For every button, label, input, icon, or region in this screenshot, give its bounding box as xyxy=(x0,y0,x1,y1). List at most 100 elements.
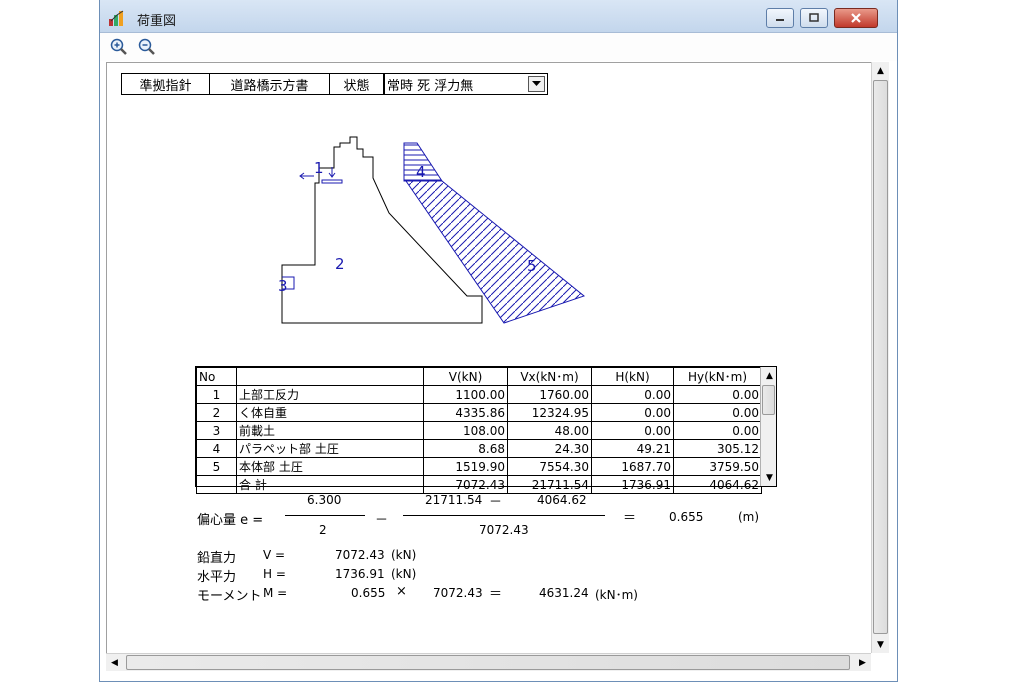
eccentricity-label: 偏心量 e = xyxy=(197,513,264,528)
horizontal-force-unit: (kN) xyxy=(391,567,417,581)
cell-v: 1519.90 xyxy=(423,457,508,476)
vertical-scrollbar[interactable]: ▲ ▼ xyxy=(871,62,889,653)
cell-no: 4 xyxy=(196,439,237,458)
cell-name: 本体部 土圧 xyxy=(236,457,424,476)
diagram-label-5: 5 xyxy=(527,257,537,275)
moment-unit: (kN･m) xyxy=(595,588,638,602)
cell-h: 1687.70 xyxy=(591,457,674,476)
vertical-scroll-thumb[interactable] xyxy=(873,80,888,634)
eccentricity-unit: (m) xyxy=(738,510,760,524)
cell-vx: 12324.95 xyxy=(507,403,592,422)
vertical-force-symbol: V = xyxy=(263,548,286,562)
eccentricity-result: 0.655 xyxy=(669,510,704,524)
vertical-force-unit: (kN) xyxy=(391,548,417,562)
cell-no: 1 xyxy=(196,385,237,404)
cell-hy: 3759.50 xyxy=(673,457,762,476)
maximize-icon xyxy=(809,13,819,22)
cell-vx: 1760.00 xyxy=(507,385,592,404)
cell-no xyxy=(196,475,237,494)
cell-v: 4335.86 xyxy=(423,403,508,422)
cell-name: パラペット部 土圧 xyxy=(236,439,424,458)
scroll-right-icon[interactable]: ▶ xyxy=(854,654,871,671)
horizontal-scroll-thumb[interactable] xyxy=(126,655,850,670)
header-vx: Vx(kN･m) xyxy=(507,367,592,386)
scroll-up-icon[interactable]: ▲ xyxy=(872,62,889,79)
cell-vx: 24.30 xyxy=(507,439,592,458)
header-name xyxy=(236,367,424,386)
horizontal-scrollbar[interactable]: ◀ ▶ xyxy=(106,653,871,671)
app-icon xyxy=(109,10,124,26)
load-table[interactable]: No V(kN) Vx(kN･m) H(kN) Hy(kN･m) 1 上部工反力 1… xyxy=(195,366,777,494)
eccentricity-v-sum: 7072.43 xyxy=(479,523,529,537)
table-row[interactable]: 3 前載土 108.00 48.00 0.00 0.00 xyxy=(196,421,762,440)
header-h: H(kN) xyxy=(591,367,674,386)
cell-hy: 0.00 xyxy=(673,421,762,440)
content-area: 準拠指針 道路橋示方書 状態 常時 死 浮力無 1 2 3 4 5 No V(k… xyxy=(106,62,871,653)
moment-equals-sign: ＝ xyxy=(489,587,503,602)
cell-no: 5 xyxy=(196,457,237,476)
cell-h: 49.21 xyxy=(591,439,674,458)
cell-name: 上部工反力 xyxy=(236,385,424,404)
minimize-button[interactable] xyxy=(766,8,794,28)
scroll-down-icon[interactable]: ▼ xyxy=(872,636,889,653)
cell-hy: 305.12 xyxy=(673,439,762,458)
table-scroll-thumb[interactable] xyxy=(762,385,775,415)
cell-hy: 0.00 xyxy=(673,385,762,404)
moment-value: 4631.24 xyxy=(539,586,589,600)
vertical-force-value: 7072.43 xyxy=(335,548,385,562)
equals-sign: ＝ xyxy=(623,511,637,526)
minimize-icon xyxy=(776,19,784,21)
horizontal-force-symbol: H = xyxy=(263,567,286,581)
eccentricity-width: 6.300 xyxy=(307,493,342,507)
table-row[interactable]: 1 上部工反力 1100.00 1760.00 0.00 0.00 xyxy=(196,385,762,404)
table-row[interactable]: 合 計 7072.43 21711.54 1736.91 4064.62 xyxy=(196,475,762,494)
horizontal-force-label: 水平力 xyxy=(197,570,237,585)
cell-v: 108.00 xyxy=(423,421,508,440)
cell-no: 3 xyxy=(196,421,237,440)
header-hy: Hy(kN･m) xyxy=(673,367,762,386)
table-scrollbar[interactable]: ▲ ▼ xyxy=(760,367,776,486)
table-row[interactable]: 4 パラペット部 土圧 8.68 24.30 49.21 305.12 xyxy=(196,439,762,458)
cell-v: 8.68 xyxy=(423,439,508,458)
cell-no: 2 xyxy=(196,403,237,422)
table-row[interactable]: 2 く体自重 4335.86 12324.95 0.00 0.00 xyxy=(196,403,762,422)
eccentricity-hy-sum: 4064.62 xyxy=(537,493,587,507)
title-bar[interactable]: 荷重図 xyxy=(100,0,897,33)
horizontal-load-arrow-icon xyxy=(299,172,314,180)
header-v: V(kN) xyxy=(423,367,508,386)
cell-name: 合 計 xyxy=(236,475,424,494)
cell-h: 1736.91 xyxy=(591,475,674,494)
load-diagram-window: 荷重図 準拠指針 道路橋示方書 状態 常時 死 浮力無 1 2 3 4 5 No… xyxy=(99,0,898,682)
table-row[interactable]: 5 本体部 土圧 1519.90 7554.30 1687.70 3759.50 xyxy=(196,457,762,476)
scroll-left-icon[interactable]: ◀ xyxy=(106,654,123,671)
window-title: 荷重図 xyxy=(137,14,177,29)
minus-sign-2: － xyxy=(489,495,503,510)
moment-symbol: M = xyxy=(263,586,288,600)
close-button[interactable] xyxy=(834,8,878,28)
cell-hy: 0.00 xyxy=(673,403,762,422)
table-scroll-down-icon[interactable]: ▼ xyxy=(761,469,778,486)
diagram-label-2: 2 xyxy=(335,255,345,273)
cell-vx: 21711.54 xyxy=(507,475,592,494)
moment-e: 0.655 xyxy=(351,586,386,600)
minus-sign: － xyxy=(375,513,389,528)
load-diagram: 1 2 3 4 5 xyxy=(278,136,586,324)
fraction-line-1 xyxy=(285,515,365,516)
cell-hy: 4064.62 xyxy=(673,475,762,494)
diagram-label-4: 4 xyxy=(416,163,426,181)
zoom-out-icon[interactable] xyxy=(138,38,156,56)
cell-name: 前載土 xyxy=(236,421,424,440)
diagram-label-3: 3 xyxy=(278,277,288,295)
table-header-row: No V(kN) Vx(kN･m) H(kN) Hy(kN･m) xyxy=(196,367,762,386)
moment-label: モーメント xyxy=(197,589,262,604)
cell-h: 0.00 xyxy=(591,385,674,404)
header-no: No xyxy=(196,367,237,386)
maximize-button[interactable] xyxy=(800,8,828,28)
moment-v: 7072.43 xyxy=(433,586,483,600)
cell-vx: 48.00 xyxy=(507,421,592,440)
table-scroll-up-icon[interactable]: ▲ xyxy=(761,367,778,384)
cell-vx: 7554.30 xyxy=(507,457,592,476)
zoom-in-icon[interactable] xyxy=(110,38,128,56)
zoom-toolbar xyxy=(100,33,897,61)
horizontal-force-value: 1736.91 xyxy=(335,567,385,581)
